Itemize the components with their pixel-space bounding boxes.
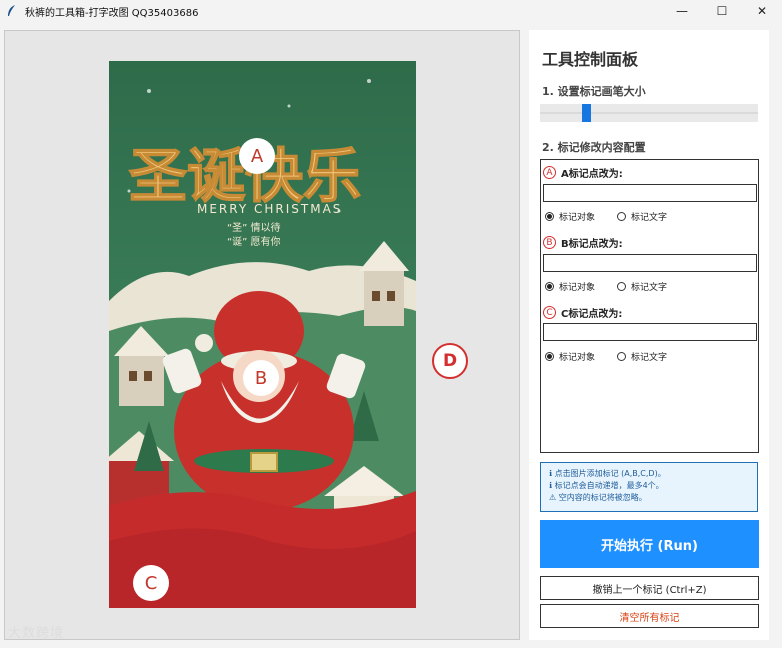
- brush-size-slider[interactable]: [540, 104, 758, 122]
- group-a-opt1-label[interactable]: 标记对象: [559, 210, 595, 223]
- close-button[interactable]: ✕: [742, 0, 782, 22]
- run-button[interactable]: 开始执行 (Run): [540, 520, 759, 568]
- group-c-radio-text[interactable]: [617, 352, 627, 361]
- poster-subtitle-text: MERRY CHRISTMAS: [197, 202, 342, 216]
- group-b-opt2-label[interactable]: 标记文字: [631, 280, 667, 293]
- badge-c-icon: C: [543, 306, 556, 319]
- group-c-label: C标记点改为:: [561, 309, 623, 320]
- christmas-poster-image[interactable]: 圣诞快乐 MERRY CHRISTMAS “圣” 情以待 “诞” 愿有你 A B…: [109, 61, 416, 608]
- marker-a[interactable]: A: [239, 138, 275, 174]
- badge-b-icon: B: [543, 236, 556, 249]
- badge-a-icon: A: [543, 166, 556, 179]
- group-c-opt2-label[interactable]: 标记文字: [631, 350, 667, 363]
- minimize-button[interactable]: —: [662, 0, 702, 22]
- marker-c[interactable]: C: [133, 565, 169, 601]
- group-b-radio-row: 标记对象 标记文字: [545, 280, 667, 293]
- panel-scrollbar[interactable]: [772, 30, 778, 640]
- section-marker-config-label: 2. 标记修改内容配置: [542, 141, 646, 154]
- feather-icon: [5, 4, 19, 18]
- info-line-2: ℹ 标记点会自动递增，最多4个。: [549, 481, 664, 490]
- group-b-input[interactable]: [543, 254, 757, 272]
- group-c-radio-row: 标记对象 标记文字: [545, 350, 667, 363]
- tool-control-panel: 工具控制面板 1. 设置标记画笔大小 2. 标记修改内容配置 A A标记点改为:…: [529, 30, 769, 640]
- marker-config-box: A A标记点改为: 标记对象 标记文字 B B标记点改为: 标记对象 标记文字 …: [540, 159, 759, 453]
- maximize-button[interactable]: ☐: [702, 0, 742, 22]
- section-brush-size-label: 1. 设置标记画笔大小: [542, 85, 646, 98]
- undo-button[interactable]: 撤销上一个标记 (Ctrl+Z): [540, 576, 759, 600]
- group-a-opt2-label[interactable]: 标记文字: [631, 210, 667, 223]
- marker-d[interactable]: D: [432, 343, 468, 379]
- group-b-radio-object[interactable]: [545, 282, 554, 291]
- window-title: 秋裤的工具箱-打字改图 QQ35403686: [25, 7, 199, 19]
- poster-line1-text: “圣” 情以待: [227, 221, 281, 234]
- group-c-radio-object[interactable]: [545, 352, 554, 361]
- group-a-radio-row: 标记对象 标记文字: [545, 210, 667, 223]
- panel-title: 工具控制面板: [542, 50, 639, 69]
- group-c-input[interactable]: [543, 323, 757, 341]
- slider-track-line: [540, 112, 758, 114]
- info-line-1: ℹ 点击图片添加标记 (A,B,C,D)。: [549, 469, 666, 478]
- poster-line2-text: “诞” 愿有你: [227, 235, 281, 248]
- group-a-radio-text[interactable]: [617, 212, 627, 221]
- group-b-radio-text[interactable]: [617, 282, 627, 291]
- slider-thumb[interactable]: [582, 104, 591, 122]
- group-b-opt1-label[interactable]: 标记对象: [559, 280, 595, 293]
- group-c-label-row: C C标记点改为:: [543, 305, 622, 320]
- group-c-opt1-label[interactable]: 标记对象: [559, 350, 595, 363]
- group-b-label-row: B B标记点改为:: [543, 235, 623, 250]
- info-box: ℹ 点击图片添加标记 (A,B,C,D)。 ℹ 标记点会自动递增，最多4个。 ⚠…: [540, 462, 758, 512]
- marker-b[interactable]: B: [243, 360, 279, 396]
- group-a-input[interactable]: [543, 184, 757, 202]
- group-a-radio-object[interactable]: [545, 212, 554, 221]
- group-b-label: B标记点改为:: [561, 239, 623, 250]
- group-a-label-row: A A标记点改为:: [543, 165, 623, 180]
- group-a-label: A标记点改为:: [561, 169, 623, 180]
- watermark-text: 大数跨境: [8, 626, 65, 641]
- info-line-3: ⚠ 空内容的标记将被忽略。: [549, 493, 647, 502]
- title-bar: 秋裤的工具箱-打字改图 QQ35403686 — ☐ ✕: [0, 0, 782, 22]
- clear-button[interactable]: 清空所有标记: [540, 604, 759, 628]
